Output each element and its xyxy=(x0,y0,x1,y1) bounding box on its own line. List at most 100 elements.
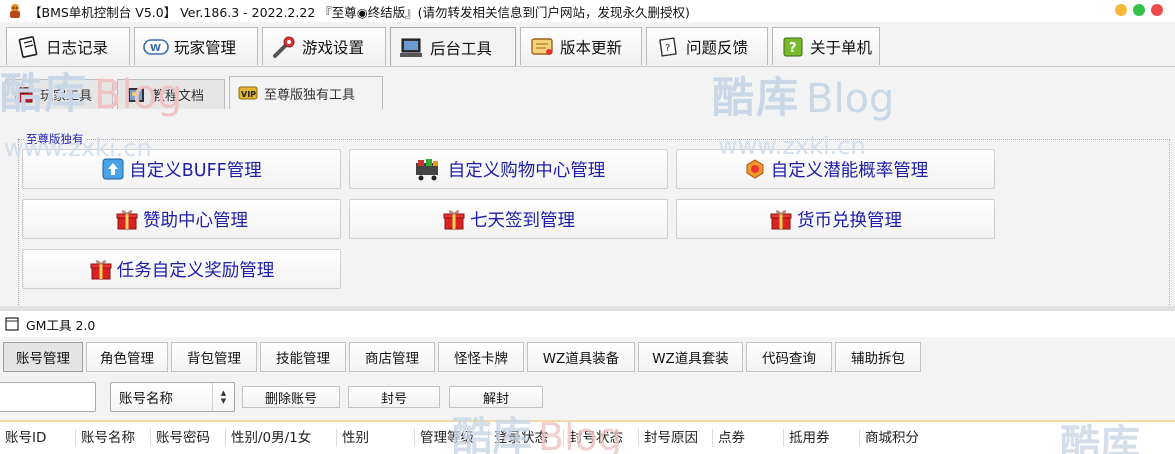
subtab-vip-tools[interactable]: VIP 至尊版独有工具 xyxy=(229,76,383,109)
maximize-button[interactable] xyxy=(1133,4,1145,16)
col-admin-level[interactable]: 管理等级 xyxy=(415,429,489,447)
gm-tab-code-lookup[interactable]: 代码查询 xyxy=(746,342,832,372)
account-table-header: 账号ID 账号名称 账号密码 性别/0男/1女 性别 管理等级 登录状态 封号状… xyxy=(0,422,1175,454)
close-button[interactable] xyxy=(1151,4,1163,16)
watermark-right: 酷库 Blog xyxy=(712,73,895,122)
picture-icon xyxy=(126,86,146,104)
col-mall-points[interactable]: 商城积分 xyxy=(860,429,940,447)
custom-buff-label: 自定义BUFF管理 xyxy=(129,160,262,181)
subtab-player-tools[interactable]: 玩家工具 xyxy=(5,79,113,109)
gm-tab-wz-sets[interactable]: WZ道具套装 xyxy=(638,342,743,372)
gm-tab-unpack[interactable]: 辅助拆包 xyxy=(835,342,921,372)
search-field-select[interactable]: 账号名称 ▲ ▼ xyxy=(110,382,235,412)
tab-game-settings-label: 游戏设置 xyxy=(302,38,365,57)
window-icon xyxy=(5,317,19,331)
tab-backend-tools-label: 后台工具 xyxy=(430,39,493,58)
web-card-icon: W xyxy=(143,34,169,60)
tab-backend-tools[interactable]: 后台工具 xyxy=(390,27,516,67)
tab-feedback-label: 问题反馈 xyxy=(686,38,749,57)
feedback-icon: ? xyxy=(655,34,681,60)
gm-tab-inventory[interactable]: 背包管理 xyxy=(171,342,257,372)
help-icon: ? xyxy=(781,34,805,60)
gm-tab-character[interactable]: 角色管理 xyxy=(86,342,168,372)
search-field-value: 账号名称 xyxy=(119,391,173,407)
gm-title: GM工具 2.0 xyxy=(26,317,96,333)
svg-text:VIP: VIP xyxy=(241,90,256,99)
ban-account-button[interactable]: 封号 xyxy=(348,386,440,408)
buff-icon xyxy=(101,157,125,181)
col-coupons[interactable]: 抵用券 xyxy=(784,429,860,447)
gift-icon xyxy=(442,207,466,231)
tab-log[interactable]: 日志记录 xyxy=(6,27,130,65)
vip-icon: VIP xyxy=(238,84,258,102)
col-account-password[interactable]: 账号密码 xyxy=(151,429,226,447)
delete-account-button[interactable]: 删除账号 xyxy=(242,386,340,408)
scroll-icon xyxy=(529,34,555,60)
custom-potential-button[interactable]: 自定义潜能概率管理 xyxy=(676,149,995,189)
custom-buff-button[interactable]: 自定义BUFF管理 xyxy=(22,149,341,189)
currency-exchange-button[interactable]: 货币兑换管理 xyxy=(676,199,995,239)
gm-tab-shop[interactable]: 商店管理 xyxy=(349,342,435,372)
tab-divider xyxy=(0,66,1175,67)
gm-tab-skills[interactable]: 技能管理 xyxy=(260,342,346,372)
tab-feedback[interactable]: ? 问题反馈 xyxy=(646,27,768,65)
currency-exchange-label: 货币兑换管理 xyxy=(797,210,902,231)
tab-players[interactable]: W 玩家管理 xyxy=(134,27,258,65)
tab-about[interactable]: ? 关于单机 xyxy=(772,27,880,65)
app-icon xyxy=(10,4,20,18)
gift-icon xyxy=(115,207,139,231)
svg-text:?: ? xyxy=(665,43,670,54)
custom-potential-label: 自定义潜能概率管理 xyxy=(770,160,929,181)
notebook-icon xyxy=(15,34,41,60)
task-reward-button[interactable]: 任务自定义奖励管理 xyxy=(22,249,341,289)
subtab-tutorials[interactable]: 教程文档 xyxy=(117,79,225,109)
seven-day-signin-label: 七天签到管理 xyxy=(470,210,575,231)
sub-tab-bar: 玩家工具 教程文档 VIP 至尊版独有工具 xyxy=(5,76,383,109)
account-search-input[interactable] xyxy=(0,382,96,412)
gift-icon xyxy=(769,207,793,231)
subtab-player-tools-label: 玩家工具 xyxy=(40,89,93,104)
subtab-tutorials-label: 教程文档 xyxy=(152,89,205,104)
gm-tab-monster-cards[interactable]: 怪怪卡牌 xyxy=(438,342,524,372)
title-bar: 【BMS单机控制台 V5.0】 Ver.186.3 - 2022.2.22 『至… xyxy=(0,0,1175,22)
col-account-name[interactable]: 账号名称 xyxy=(76,429,151,447)
col-ban-reason[interactable]: 封号原因 xyxy=(639,429,713,447)
wrench-icon xyxy=(271,34,297,60)
tab-version-update[interactable]: 版本更新 xyxy=(520,27,642,65)
col-gender-code[interactable]: 性别/0男/1女 xyxy=(226,429,337,447)
gm-title-bar: GM工具 2.0 xyxy=(0,311,1175,337)
potential-icon xyxy=(743,157,767,181)
minimize-button[interactable] xyxy=(1115,4,1127,16)
col-ban-status[interactable]: 封号状态 xyxy=(564,429,639,447)
gift-icon xyxy=(89,257,113,281)
subtab-vip-tools-label: 至尊版独有工具 xyxy=(264,87,356,103)
group-label: 至尊版独有 xyxy=(24,131,86,147)
col-gender[interactable]: 性别 xyxy=(337,429,415,447)
tab-about-label: 关于单机 xyxy=(810,38,873,57)
gm-tab-wz-equipment[interactable]: WZ道具装备 xyxy=(527,342,635,372)
svg-text:W: W xyxy=(150,43,161,54)
window-title: 【BMS单机控制台 V5.0】 Ver.186.3 - 2022.2.22 『至… xyxy=(29,4,690,20)
sponsor-center-button[interactable]: 赞助中心管理 xyxy=(22,199,341,239)
tab-log-label: 日志记录 xyxy=(46,38,109,57)
toolbox-icon xyxy=(14,86,34,104)
col-vouchers[interactable]: 点券 xyxy=(713,429,784,447)
tab-players-label: 玩家管理 xyxy=(174,38,237,57)
col-account-id[interactable]: 账号ID xyxy=(0,429,76,447)
tab-version-update-label: 版本更新 xyxy=(560,38,623,57)
select-arrows-icon: ▲ ▼ xyxy=(212,383,234,411)
window-controls xyxy=(1115,4,1163,16)
shop-icon xyxy=(412,157,444,181)
tab-game-settings[interactable]: 游戏设置 xyxy=(262,27,386,65)
sponsor-center-label: 赞助中心管理 xyxy=(143,210,248,231)
gm-tab-account[interactable]: 账号管理 xyxy=(3,342,83,372)
seven-day-signin-button[interactable]: 七天签到管理 xyxy=(349,199,668,239)
unban-account-button[interactable]: 解封 xyxy=(449,386,543,408)
main-tab-bar: 日志记录 W 玩家管理 游戏设置 后台工具 版本更新 ? 问题反馈 ? 关于单机 xyxy=(6,27,880,67)
svg-text:?: ? xyxy=(789,41,797,56)
custom-shop-button[interactable]: 自定义购物中心管理 xyxy=(349,149,668,189)
computer-icon xyxy=(399,35,425,61)
col-login-status[interactable]: 登录状态 xyxy=(489,429,564,447)
gm-tab-bar: 账号管理 角色管理 背包管理 技能管理 商店管理 怪怪卡牌 WZ道具装备 WZ道… xyxy=(3,342,921,372)
custom-shop-label: 自定义购物中心管理 xyxy=(447,160,606,181)
